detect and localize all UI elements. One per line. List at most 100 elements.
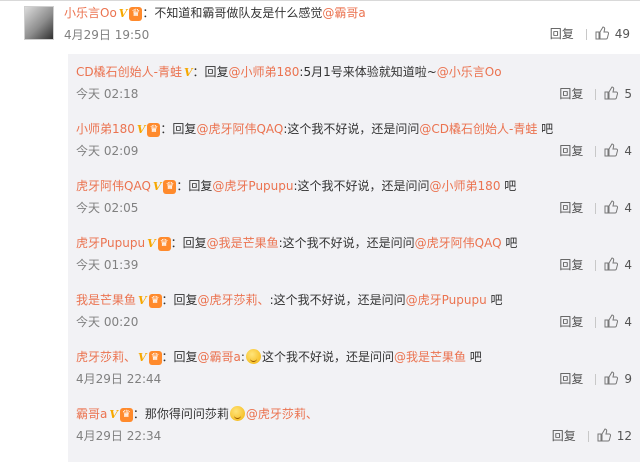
timestamp: 4月29日 22:44 [76, 372, 162, 386]
reply-button[interactable]: 回复 [559, 143, 583, 159]
verified-badge-icon[interactable]: V [147, 237, 156, 251]
mention-link[interactable]: @我是芒果鱼 [207, 236, 279, 250]
mention-link[interactable]: @小乐言Oo [437, 65, 502, 79]
reply-item: 我是芒果鱼 V ♛ ：回复@虎牙莎莉、:这个我不好说，还是问问@虎牙Pupupu 吧 … [68, 282, 640, 339]
timestamp: 今天 02:18 [76, 87, 139, 101]
reply-button[interactable]: 回复 [559, 371, 583, 387]
reply-button[interactable]: 回复 [559, 86, 583, 102]
action-bar: 回复 12 [552, 428, 632, 444]
like-count: 4 [624, 144, 632, 158]
thumbs-up-icon[interactable] [604, 86, 619, 100]
mention-link[interactable]: @虎牙阿伟QAQ [415, 236, 502, 250]
reply-item: CD橇石创始人-青蛙 V：回复@小师弟180:5月1号来体验就知道啦~@小乐言Oo… [68, 54, 640, 111]
mention-link[interactable]: @CD橇石创始人-青蛙 [419, 122, 537, 136]
crown-badge-icon[interactable]: ♛ [148, 293, 162, 308]
thumbs-up-icon[interactable] [595, 26, 609, 40]
thumbs-up-icon[interactable] [604, 200, 619, 214]
mention-link[interactable]: @小师弟180 [229, 65, 300, 79]
action-bar: 回复 5 [559, 86, 632, 102]
like-count: 12 [616, 429, 632, 443]
reply-line: 霸哥a V ♛ ：那你得问问莎莉 @虎牙莎莉、 [76, 405, 318, 423]
action-bar: 回复 4 [559, 257, 632, 273]
reply-text: ：回复 [170, 236, 207, 250]
reply-text: :这个我不好说，还是问问 [293, 179, 430, 193]
reply-panel: CD橇石创始人-青蛙 V：回复@小师弟180:5月1号来体验就知道啦~@小乐言Oo… [68, 54, 640, 462]
reply-button[interactable]: 回复 [550, 26, 574, 42]
thumbs-up-icon[interactable] [604, 257, 619, 271]
crown-badge-icon[interactable]: ♛ [119, 407, 133, 422]
username-link[interactable]: 虎牙莎莉、 [76, 350, 136, 364]
thumbs-up-icon[interactable] [597, 428, 611, 442]
reply-item: 虎牙Pupupu V ♛ ：回复@我是芒果鱼:这个我不好说，还是问问@虎牙阿伟QAQ … [68, 225, 640, 282]
avatar[interactable] [24, 6, 54, 40]
crown-badge-icon[interactable]: ♛ [129, 6, 143, 21]
username-link[interactable]: CD橇石创始人-青蛙 [76, 65, 182, 79]
smile-emoji-icon [245, 349, 261, 364]
verified-badge-icon[interactable]: V [184, 66, 193, 80]
mention-link[interactable]: @虎牙Pupupu [212, 179, 293, 193]
reply-text: :5月1号来体验就知道啦~ [299, 65, 437, 79]
reply-text: 吧 [500, 179, 517, 193]
reply-text: :这个我不好说，还是问问 [269, 293, 406, 307]
reply-text: ：回复 [160, 122, 197, 136]
mention-link[interactable]: @我是芒果鱼 [394, 350, 466, 364]
reply-text: :这个我不好说，还是问问 [283, 122, 420, 136]
divider [585, 29, 587, 40]
mention-link[interactable]: @虎牙Pupupu [406, 293, 487, 307]
reply-line: 我是芒果鱼 V ♛ ：回复@虎牙莎莉、:这个我不好说，还是问问@虎牙Pupupu 吧 [76, 291, 503, 309]
crown-badge-icon[interactable]: ♛ [163, 179, 177, 194]
like-count: 4 [624, 258, 632, 272]
reply-line: 虎牙莎莉、 V ♛ ：回复@霸哥a: 这个我不好说，还是问问@我是芒果鱼 吧 [76, 348, 482, 366]
reply-line: CD橇石创始人-青蛙 V：回复@小师弟180:5月1号来体验就知道啦~@小乐言Oo [76, 63, 502, 81]
username-link[interactable]: 我是芒果鱼 [76, 293, 136, 307]
thumbs-up-icon[interactable] [604, 143, 619, 157]
timestamp: 今天 02:05 [76, 201, 139, 215]
verified-badge-icon[interactable]: V [138, 351, 147, 365]
thumbs-up-icon[interactable] [604, 314, 619, 328]
crown-badge-icon[interactable]: ♛ [148, 350, 162, 365]
divider [595, 146, 597, 157]
mention-link[interactable]: @虎牙莎莉、 [246, 407, 318, 421]
reply-button[interactable]: 回复 [559, 257, 583, 273]
reply-text: 这个我不好说，还是问问 [261, 350, 394, 364]
thumbs-up-icon[interactable] [604, 371, 619, 385]
verified-badge-icon[interactable]: V [119, 7, 128, 21]
reply-text: ：回复 [192, 65, 229, 79]
like-count: 49 [614, 27, 630, 41]
mention-link[interactable]: @虎牙阿伟QAQ [196, 122, 283, 136]
reply-text: : [240, 350, 245, 364]
action-bar: 回复 49 [550, 26, 630, 42]
verified-badge-icon[interactable]: V [153, 180, 162, 194]
reply-item: 霸哥a V ♛ ：那你得问问莎莉 @虎牙莎莉、 4月29日 22:34 回复 12 [68, 396, 640, 453]
username-link[interactable]: 小师弟180 [76, 122, 135, 136]
username-link[interactable]: 虎牙Pupupu [76, 236, 145, 250]
reply-line: 虎牙阿伟QAQ V ♛ ：回复@虎牙Pupupu:这个我不好说，还是问问@小师弟180… [76, 177, 516, 195]
divider [595, 317, 597, 328]
divider [587, 431, 589, 442]
mention-link[interactable]: @虎牙莎莉、 [198, 293, 270, 307]
crown-badge-icon[interactable]: ♛ [147, 122, 161, 137]
reply-button[interactable]: 回复 [559, 200, 583, 216]
reply-text: ：回复 [176, 179, 213, 193]
mention-link[interactable]: @小师弟180 [430, 179, 501, 193]
verified-badge-icon[interactable]: V [137, 123, 146, 137]
username-link[interactable]: 霸哥a [76, 407, 107, 421]
mention-link[interactable]: @霸哥a [198, 350, 241, 364]
verified-badge-icon[interactable]: V [109, 408, 118, 422]
timestamp: 4月29日 22:34 [76, 429, 162, 443]
divider [595, 374, 597, 385]
reply-text: ：回复 [161, 350, 198, 364]
reply-button[interactable]: 回复 [559, 314, 583, 330]
reply-text: 吧 [537, 122, 554, 136]
username-link[interactable]: 小乐言Oo [64, 6, 117, 20]
timestamp: 今天 00:20 [76, 315, 139, 329]
action-bar: 回复 9 [559, 371, 632, 387]
crown-badge-icon[interactable]: ♛ [157, 236, 171, 251]
reply-button[interactable]: 回复 [552, 428, 576, 444]
mention-link[interactable]: @霸哥a [322, 6, 365, 20]
reply-line: 虎牙Pupupu V ♛ ：回复@我是芒果鱼:这个我不好说，还是问问@虎牙阿伟QAQ … [76, 234, 517, 252]
like-count: 9 [624, 372, 632, 386]
timestamp: 今天 01:39 [76, 258, 139, 272]
verified-badge-icon[interactable]: V [138, 294, 147, 308]
username-link[interactable]: 虎牙阿伟QAQ [76, 179, 151, 193]
